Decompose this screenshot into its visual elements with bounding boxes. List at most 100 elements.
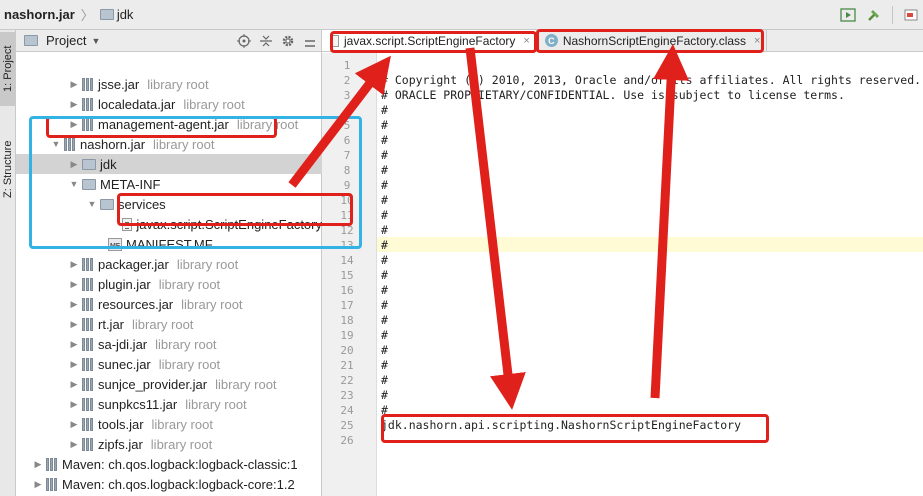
code-line[interactable]: # [381,313,388,328]
tree-item-label: Maven: ch.qos.logback:logback-classic:1 [62,456,298,472]
code-line[interactable]: # [381,358,388,373]
code-line[interactable]: # [381,103,388,118]
line-number: 22 [340,374,354,387]
expand-arrow-icon[interactable]: ▶ [32,479,44,490]
expand-arrow-icon[interactable]: ▶ [68,299,80,310]
tree-row[interactable]: MF MANIFEST.MF [16,234,322,254]
breadcrumb-jar[interactable]: nashorn.jar [4,7,75,22]
tree-item-label: management-agent.jar [98,116,229,132]
code-line[interactable]: # [381,223,388,238]
code-line[interactable]: # [381,388,388,403]
tree-row[interactable]: ▶ sa-jdi.jar library root [16,334,322,354]
expand-arrow-icon[interactable]: ▶ [68,159,80,170]
structure-tool-tab[interactable]: Z: Structure [0,126,16,212]
run-config-icon[interactable] [840,7,856,23]
tree-row[interactable]: ▶ sunjce_provider.jar library root [16,374,322,394]
close-icon[interactable]: × [523,35,529,47]
library-icon [82,77,94,91]
expand-arrow-icon[interactable]: ▶ [68,119,80,130]
code-line[interactable]: # [381,283,388,298]
tree-row[interactable]: ▶ sunec.jar library root [16,354,322,374]
expand-arrow-icon[interactable]: ▶ [68,439,80,450]
expand-arrow-icon[interactable]: ▶ [68,99,80,110]
tree-row[interactable]: ▼ META-INF [16,174,322,194]
code-line[interactable]: # [381,298,388,313]
folder-icon [100,198,114,210]
target-icon[interactable] [237,34,251,48]
expand-arrow-open-icon[interactable]: ▼ [68,179,80,189]
code-line[interactable]: # [381,118,388,133]
tab-label: javax.script.ScriptEngineFactory [344,33,516,48]
code-line[interactable]: # [381,178,388,193]
code-line[interactable]: # Copyright (c) 2010, 2013, Oracle and/o… [381,73,921,88]
expand-arrow-icon[interactable]: ▶ [68,399,80,410]
tree-row[interactable]: ▶ Maven: ch.qos.logback:logback-classic:1 [16,454,322,474]
project-tool-tab[interactable]: 1: Project [0,32,16,106]
code-editor[interactable]: # # Copyright (c) 2010, 2013, Oracle and/… [377,53,923,496]
tree-row[interactable]: ▶ packager.jar library root [16,254,322,274]
code-line[interactable]: # [381,343,388,358]
library-icon [82,357,94,371]
expand-arrow-icon[interactable]: ▶ [68,279,80,290]
tree-row[interactable]: ▶ jdk [16,154,322,174]
tree-row[interactable]: ▶ Maven: ch.qos.logback:logback-core:1.2 [16,474,322,494]
tree-row[interactable]: ▶ tools.jar library root [16,414,322,434]
code-line[interactable]: # [381,58,388,73]
tree-row[interactable]: ▶ localedata.jar library root [16,94,322,114]
tree-item-label: javax.script.ScriptEngineFactory [136,216,322,232]
expand-arrow-open-icon[interactable]: ▼ [86,199,98,209]
tree-row[interactable]: ▶ sunpkcs11.jar library root [16,394,322,414]
line-number: 17 [340,299,354,312]
expand-arrow-open-icon[interactable]: ▼ [50,139,62,149]
code-line[interactable]: # [381,268,388,283]
code-line[interactable]: # [381,148,388,163]
expand-arrow-icon[interactable]: ▶ [32,459,44,470]
run-widget-icon[interactable] [903,7,919,23]
tree-item-label: jsse.jar [98,76,140,92]
project-view-selector[interactable]: Project [46,33,86,48]
tree-row[interactable]: ▼ services [16,194,322,214]
expand-arrow-icon[interactable]: ▶ [68,339,80,350]
code-line[interactable]: jdk.nashorn.api.scripting.NashornScriptE… [381,418,741,433]
expand-arrow-icon[interactable]: ▶ [68,379,80,390]
code-line[interactable]: # [381,238,388,253]
breadcrumb-folder[interactable]: jdk [117,7,134,22]
code-line[interactable]: # [381,163,388,178]
code-line[interactable]: # [381,253,388,268]
expand-arrow-icon[interactable]: ▶ [68,79,80,90]
build-hammer-icon[interactable] [866,7,882,23]
tree-row[interactable]: javax.script.ScriptEngineFactory [16,214,322,234]
code-line[interactable]: # [381,328,388,343]
tab-nashorn-factory-class[interactable]: C NashornScriptEngineFactory.class × [537,30,768,51]
tree-item-label: META-INF [100,176,161,192]
tree-row[interactable]: ▼ nashorn.jar library root [16,134,322,154]
tree-row[interactable]: ▶ resources.jar library root [16,294,322,314]
collapse-icon[interactable] [259,34,273,48]
line-number: 18 [340,314,354,327]
close-icon[interactable]: × [754,35,760,47]
gear-icon[interactable] [281,34,295,48]
code-line[interactable]: # ORACLE PROPRIETARY/CONFIDENTIAL. Use i… [381,88,845,103]
code-line[interactable]: # [381,403,388,418]
expand-arrow-icon[interactable]: ▶ [68,319,80,330]
tree-row[interactable]: ▶ jsse.jar library root [16,74,322,94]
code-line[interactable]: # [381,133,388,148]
tree-row[interactable]: ▶ rt.jar library root [16,314,322,334]
tree-item-sublabel: library root [236,116,299,132]
tree-item-label: sunjce_provider.jar [98,376,208,392]
expand-arrow-icon[interactable]: ▶ [68,419,80,430]
expand-arrow-icon[interactable]: ▶ [68,259,80,270]
expand-arrow-icon[interactable]: ▶ [68,359,80,370]
tree-item-sublabel: library root [158,276,221,292]
code-line[interactable]: # [381,193,388,208]
code-line[interactable]: # [381,373,388,388]
line-number: 11 [340,209,354,222]
tree-row[interactable]: ▶ management-agent.jar library root [16,114,322,134]
hide-panel-icon[interactable] [303,34,317,48]
tree-row[interactable]: ▶ zipfs.jar library root [16,434,322,454]
library-icon [46,457,58,471]
code-line[interactable]: # [381,208,388,223]
tab-script-engine-factory[interactable]: javax.script.ScriptEngineFactory × [322,30,537,51]
tree-row[interactable]: ▶ plugin.jar library root [16,274,322,294]
chevron-down-icon[interactable]: ▼ [91,36,100,46]
